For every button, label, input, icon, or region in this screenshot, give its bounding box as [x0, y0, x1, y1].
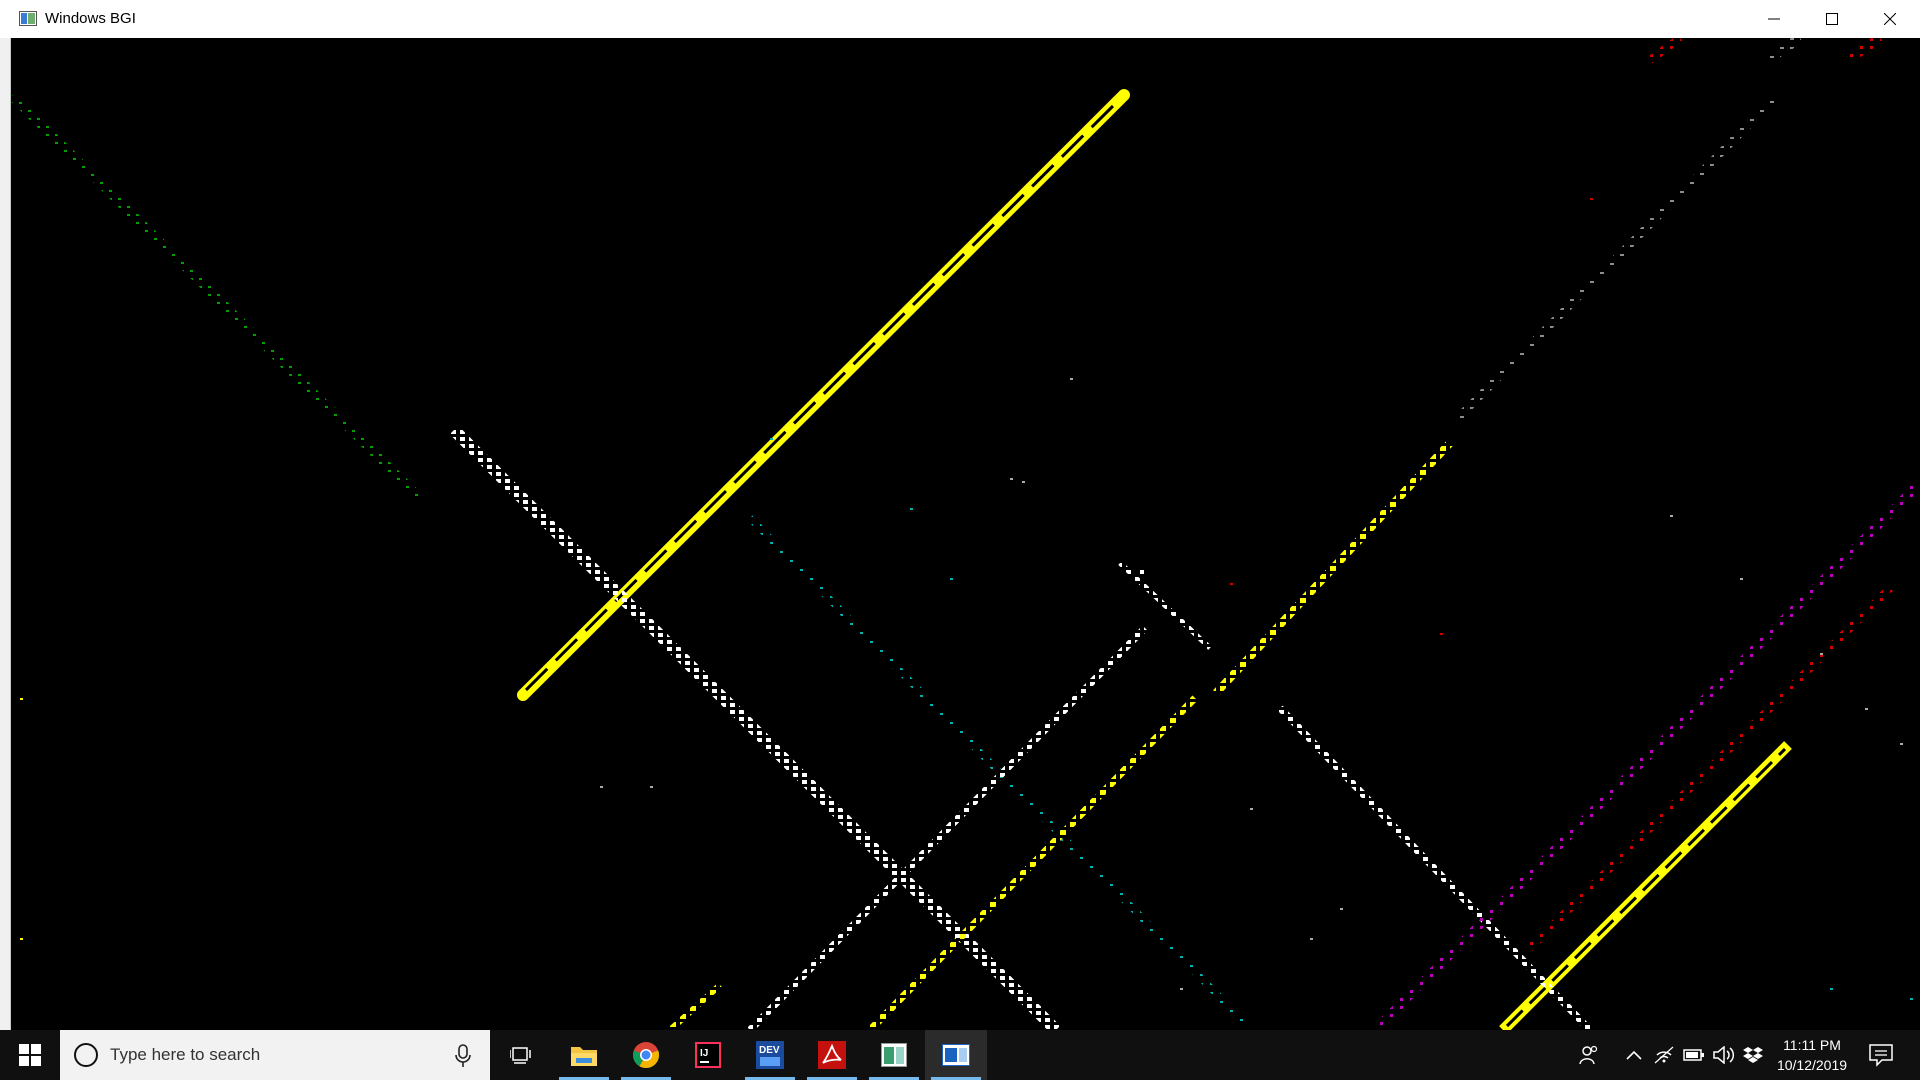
maximize-icon: [1826, 13, 1838, 25]
task-view-button[interactable]: [490, 1030, 552, 1080]
chevron-up-icon: [1626, 1050, 1642, 1060]
devcpp-icon: DEV: [756, 1041, 784, 1069]
volume-icon: [1713, 1046, 1735, 1064]
search-placeholder: Type here to search: [110, 1045, 261, 1064]
chrome-icon: [632, 1042, 660, 1069]
taskbar-app-window[interactable]: [863, 1030, 925, 1080]
white-streak-lower-right: [1277, 705, 1593, 1030]
close-button[interactable]: [1861, 0, 1919, 38]
taskbar-acrobat[interactable]: [801, 1030, 863, 1080]
bgi-drawing: [10, 38, 1920, 1030]
people-icon: [1579, 1045, 1598, 1065]
svg-text:IJ: IJ: [700, 1048, 708, 1059]
windows-logo-icon: [19, 1044, 41, 1066]
scattered-dots: [20, 198, 1913, 1000]
volume-button[interactable]: [1713, 1044, 1735, 1066]
clock[interactable]: 11:11 PM 10/12/2019: [1766, 1035, 1858, 1075]
white-streak-rising: [747, 625, 1148, 1030]
task-view-icon: [510, 1047, 531, 1064]
dropbox-icon: [1743, 1047, 1763, 1063]
app-window-icon: [19, 11, 37, 26]
clock-date: 10/12/2019: [1776, 1057, 1848, 1073]
gray-fragment-top: [1767, 38, 1803, 63]
window-title: Windows BGI: [45, 10, 136, 27]
taskbar-devcpp[interactable]: DEV: [739, 1030, 801, 1080]
acrobat-icon: [818, 1041, 846, 1069]
cortana-icon: [74, 1043, 98, 1067]
red-fragment-top: [1647, 38, 1683, 64]
red-streak: [1527, 585, 1893, 951]
magenta-streak: [1371, 479, 1920, 1030]
action-center-icon[interactable]: [1868, 1042, 1894, 1068]
battery-icon: [1683, 1049, 1704, 1061]
minimize-icon: [1768, 18, 1780, 20]
red-fragment-top-right: [1847, 38, 1883, 63]
windows-bgi-icon: [942, 1044, 970, 1066]
close-icon: [1884, 13, 1896, 25]
microphone-icon[interactable]: [453, 1044, 473, 1068]
taskbar: Type here to search IJ DEV 11:11 PM 10/1…: [0, 1030, 1920, 1080]
green-streak: [10, 92, 426, 504]
dropbox-button[interactable]: [1742, 1044, 1764, 1066]
taskbar-intellij[interactable]: IJ: [677, 1030, 739, 1080]
taskbar-chrome[interactable]: [615, 1030, 677, 1080]
yellow-streak-mid: [867, 695, 1198, 1030]
people-button[interactable]: [1578, 1044, 1600, 1066]
bgi-window: Windows BGI: [0, 0, 1920, 1030]
maximize-button[interactable]: [1803, 0, 1861, 38]
clock-time: 11:11 PM: [1783, 1037, 1841, 1053]
search-box[interactable]: Type here to search: [60, 1030, 490, 1080]
gray-streak-top-right: [1455, 95, 1778, 421]
intellij-icon: IJ: [695, 1042, 721, 1068]
title-bar[interactable]: Windows BGI: [0, 0, 1920, 39]
svg-text:DEV: DEV: [759, 1045, 780, 1056]
taskbar-file-explorer[interactable]: [553, 1030, 615, 1080]
yellow-streak-right: [1213, 440, 1453, 696]
start-button[interactable]: [0, 1030, 60, 1080]
yellow-streak-lower: [667, 982, 723, 1030]
taskbar-windows-bgi[interactable]: [925, 1030, 987, 1080]
show-hidden-icons-button[interactable]: [1623, 1044, 1645, 1066]
wifi-icon: [1654, 1046, 1674, 1064]
file-explorer-icon: [571, 1047, 597, 1066]
battery-button[interactable]: [1683, 1044, 1705, 1066]
minimize-button[interactable]: [1745, 0, 1803, 38]
network-button[interactable]: [1653, 1044, 1675, 1066]
app-window-icon: [881, 1043, 907, 1067]
